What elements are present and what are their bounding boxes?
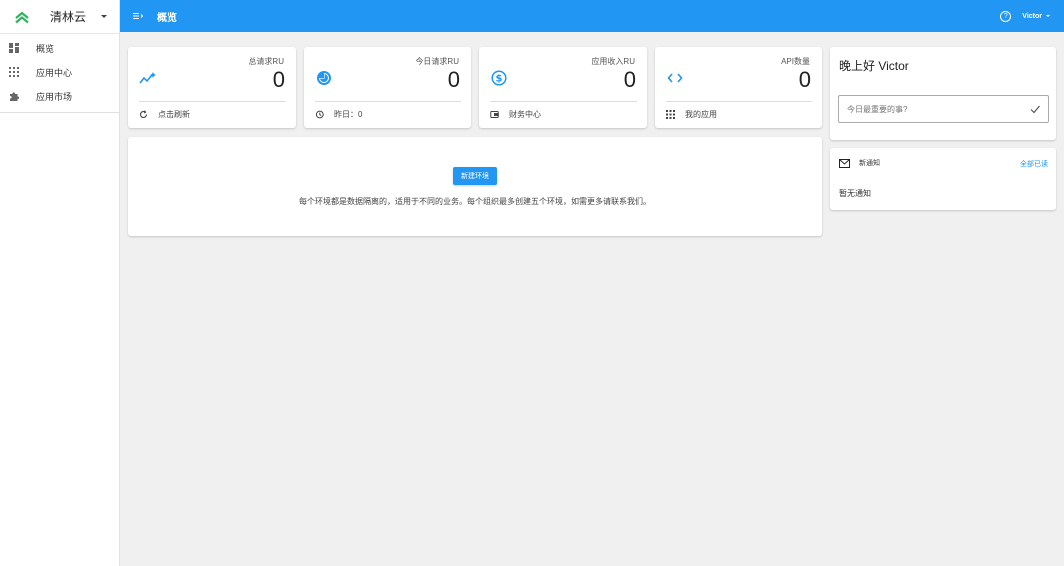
dollar-icon: $ bbox=[490, 69, 508, 87]
new-environment-button[interactable]: 新建环境 bbox=[453, 167, 497, 185]
sidebar-item-app-market[interactable]: 应用市场 bbox=[0, 84, 119, 108]
stat-card-total-ru: 总请求RU 0 点击刷新 bbox=[128, 47, 296, 128]
sidebar-nav: 概览 应用中心 应用市场 bbox=[0, 34, 119, 113]
brand-name: 清林云 bbox=[50, 10, 87, 24]
mail-icon bbox=[839, 158, 850, 168]
mark-all-read-link[interactable]: 全部已读 bbox=[1020, 159, 1048, 169]
page-title: 概览 bbox=[157, 12, 177, 24]
pie-icon bbox=[315, 69, 333, 87]
greeting-card: 晚上好 Victor bbox=[830, 47, 1056, 140]
todo-input[interactable] bbox=[838, 95, 1049, 123]
notice-title: 新通知 bbox=[859, 160, 880, 167]
stat-label: 今日请求RU bbox=[415, 57, 459, 66]
notice-card: 新通知 全部已读 暂无通知 bbox=[830, 148, 1056, 210]
puzzle-icon bbox=[9, 91, 19, 101]
svg-text:$: $ bbox=[496, 74, 503, 85]
refresh-link[interactable]: 点击刷新 bbox=[139, 109, 190, 120]
my-apps-link[interactable]: 我的应用 bbox=[666, 109, 717, 120]
top-bar: 概览 ? Victor bbox=[120, 0, 1064, 32]
sidebar-item-label: 应用中心 bbox=[36, 67, 73, 78]
finance-center-link[interactable]: 财务中心 bbox=[490, 109, 541, 120]
sidebar-item-label: 概览 bbox=[36, 43, 55, 54]
greeting-title: 晚上好 Victor bbox=[839, 59, 909, 73]
code-icon bbox=[666, 69, 684, 87]
refresh-icon bbox=[139, 110, 148, 119]
chevron-down-icon bbox=[101, 15, 107, 18]
stat-label: 总请求RU bbox=[248, 57, 284, 66]
user-menu[interactable]: Victor bbox=[1022, 13, 1042, 20]
brand-switcher[interactable]: 清林云 bbox=[0, 0, 119, 34]
stat-value: 0 bbox=[623, 67, 636, 92]
wallet-icon bbox=[490, 110, 499, 119]
stat-value: 0 bbox=[798, 67, 811, 92]
stat-label: 应用收入RU bbox=[591, 57, 635, 66]
stat-label: API数量 bbox=[781, 57, 810, 66]
environment-description: 每个环境都是数据隔离的，适用于不同的业务。每个组织最多创建五个环境，如需更多请联… bbox=[299, 197, 651, 206]
dashboard-icon bbox=[9, 43, 19, 53]
brand-logo-icon bbox=[14, 10, 30, 24]
stat-value: 0 bbox=[272, 67, 285, 92]
sidebar-item-label: 应用市场 bbox=[36, 91, 73, 102]
notice-empty-text: 暂无通知 bbox=[839, 189, 871, 198]
grid-icon bbox=[9, 67, 19, 77]
stat-card-today-ru: 今日请求RU 0 昨日：0 bbox=[304, 47, 471, 128]
help-icon[interactable]: ? bbox=[1000, 10, 1012, 22]
check-icon[interactable] bbox=[1029, 103, 1041, 115]
stat-card-income-ru: 应用收入RU 0 $ 财务中心 bbox=[479, 47, 647, 128]
environment-card: 新建环境 每个环境都是数据隔离的，适用于不同的业务。每个组织最多创建五个环境，如… bbox=[128, 137, 822, 236]
sidebar-item-overview[interactable]: 概览 bbox=[0, 36, 119, 60]
stat-value: 0 bbox=[447, 67, 460, 92]
menu-toggle-icon[interactable] bbox=[133, 11, 143, 21]
apps-icon bbox=[666, 110, 675, 119]
trend-icon bbox=[139, 69, 157, 87]
sidebar-item-app-center[interactable]: 应用中心 bbox=[0, 60, 119, 84]
yesterday-stat: 昨日：0 bbox=[315, 109, 362, 120]
stat-card-api-count: API数量 0 我的应用 bbox=[655, 47, 822, 128]
history-icon bbox=[315, 110, 324, 119]
chevron-down-icon[interactable] bbox=[1046, 15, 1050, 17]
sidebar: 清林云 概览 应用中心 应用市场 bbox=[0, 0, 120, 566]
notice-header: 新通知 bbox=[839, 158, 880, 168]
